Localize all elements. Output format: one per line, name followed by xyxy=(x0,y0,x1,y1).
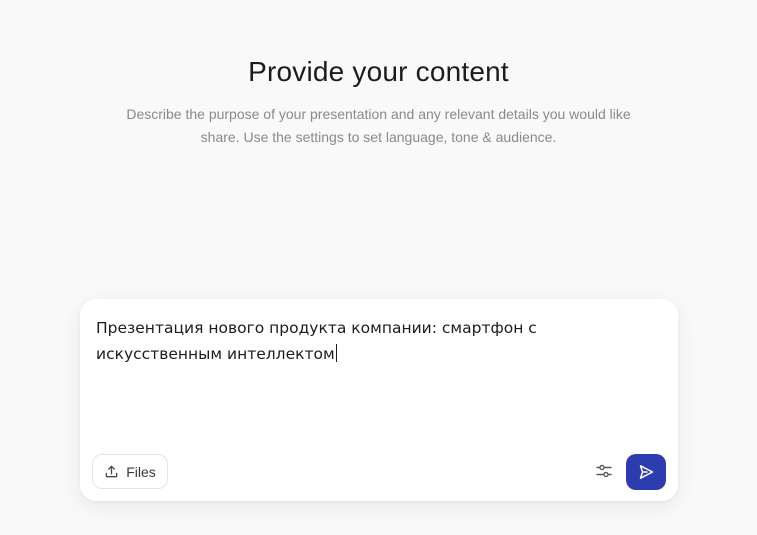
upload-icon xyxy=(104,464,119,479)
page-title: Provide your content xyxy=(248,56,509,87)
settings-button[interactable] xyxy=(592,459,616,483)
text-caret xyxy=(335,344,337,362)
prompt-input[interactable]: Презентация нового продукта компании: см… xyxy=(96,315,666,367)
prompt-composer: Презентация нового продукта компании: см… xyxy=(80,299,678,501)
files-button-label: Files xyxy=(126,463,156,480)
send-button[interactable] xyxy=(626,454,666,490)
page-subtitle: Describe the purpose of your presentatio… xyxy=(126,106,631,145)
prompt-input-value: Презентация нового продукта компании: см… xyxy=(96,319,537,363)
send-icon xyxy=(637,463,655,481)
sliders-icon xyxy=(595,462,613,480)
files-upload-button[interactable]: Files xyxy=(92,454,168,489)
